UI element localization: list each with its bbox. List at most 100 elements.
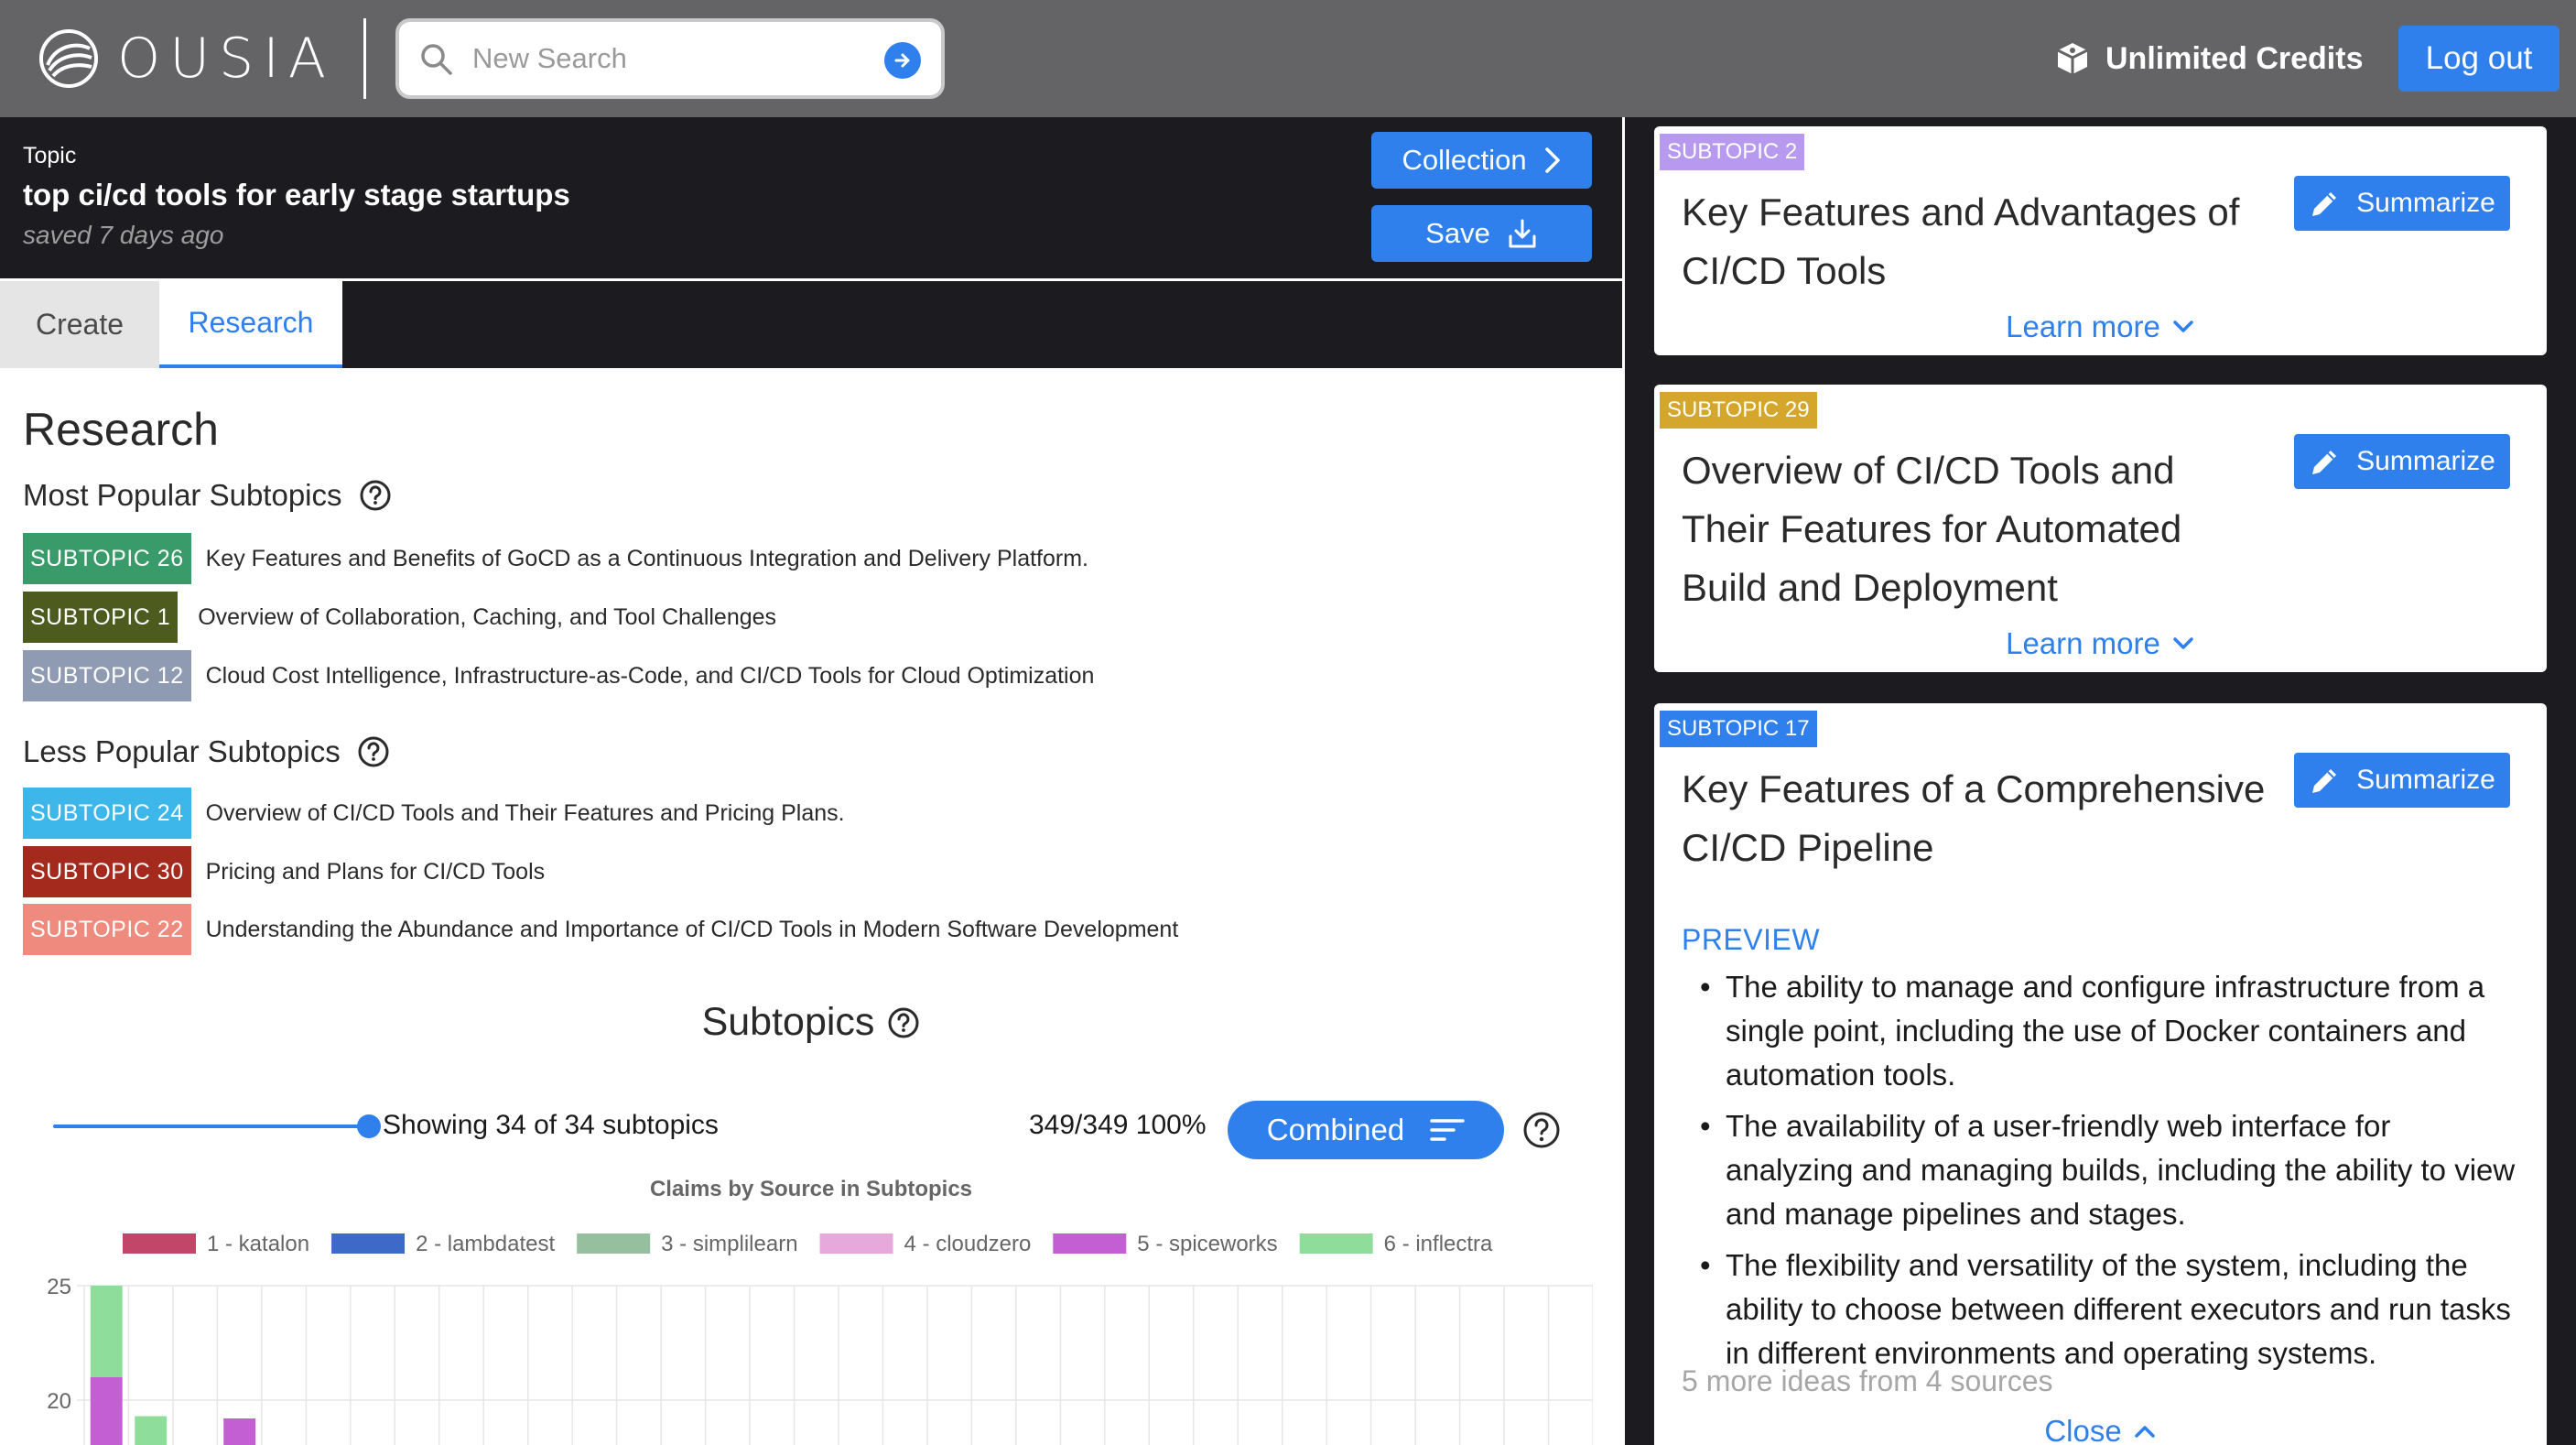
subtopic-row[interactable]: SUBTOPIC 22 Understanding the Abundance … bbox=[23, 904, 1178, 955]
logo-text: OUSIA bbox=[117, 27, 335, 91]
legend-label: 4 - cloudzero bbox=[904, 1232, 1032, 1256]
subtopic-row[interactable]: SUBTOPIC 30 Pricing and Plans for CI/CD … bbox=[23, 846, 545, 897]
preview-label: PREVIEW bbox=[1682, 923, 1821, 956]
subtopic-slider-handle[interactable] bbox=[357, 1114, 381, 1138]
subtopic-badge: SUBTOPIC 12 bbox=[23, 650, 191, 701]
bar-segment bbox=[223, 1418, 256, 1445]
search-icon bbox=[421, 44, 452, 75]
legend-swatch bbox=[1299, 1233, 1373, 1254]
legend-swatch bbox=[1053, 1233, 1127, 1254]
subtopic-card-expanded: SUBTOPIC 17 Key Features of a Comprehens… bbox=[1654, 703, 2547, 1445]
pencil-icon bbox=[2312, 769, 2337, 793]
sort-icon bbox=[1430, 1119, 1465, 1141]
credits-label: Unlimited Credits bbox=[2105, 40, 2364, 76]
subtopic-cards-panel: SUBTOPIC 2 Key Features and Advantages o… bbox=[1625, 117, 2576, 1445]
close-link[interactable]: Close bbox=[1654, 1414, 2547, 1445]
learn-more-label: Learn more bbox=[2006, 310, 2160, 343]
subtopic-row[interactable]: SUBTOPIC 26 Key Features and Benefits of… bbox=[23, 533, 1088, 584]
legend-label: 6 - inflectra bbox=[1384, 1232, 1493, 1256]
tab-bar: Create Research bbox=[0, 281, 1622, 368]
preview-item: The availability of a user-friendly web … bbox=[1700, 1104, 2522, 1236]
search-box[interactable] bbox=[395, 18, 945, 99]
saved-timestamp: saved 7 days ago bbox=[23, 221, 224, 249]
subtopic-row[interactable]: SUBTOPIC 12 Cloud Cost Intelligence, Inf… bbox=[23, 650, 1094, 701]
subtopic-text: Overview of CI/CD Tools and Their Featur… bbox=[205, 799, 845, 826]
tab-create[interactable]: Create bbox=[0, 281, 159, 368]
search-input[interactable] bbox=[472, 40, 857, 77]
ousia-logo[interactable]: OUSIA bbox=[38, 26, 335, 92]
legend-label: 1 - katalon bbox=[207, 1232, 309, 1256]
help-icon[interactable] bbox=[357, 735, 390, 768]
help-icon[interactable] bbox=[887, 1006, 920, 1039]
legend-swatch bbox=[819, 1233, 893, 1254]
summarize-button[interactable]: Summarize bbox=[2294, 176, 2510, 231]
legend-swatch bbox=[577, 1233, 651, 1254]
preview-list: The ability to manage and configure infr… bbox=[1700, 965, 2522, 1383]
more-ideas-text: 5 more ideas from 4 sources bbox=[1682, 1364, 2053, 1397]
topic-label: Topic bbox=[23, 143, 77, 168]
research-heading: Research bbox=[23, 404, 219, 455]
card-badge: SUBTOPIC 2 bbox=[1660, 134, 1805, 170]
subtopic-text: Overview of Collaboration, Caching, and … bbox=[198, 603, 777, 630]
chevron-down-icon bbox=[2173, 321, 2193, 332]
save-button[interactable]: Save bbox=[1371, 205, 1592, 262]
close-label: Close bbox=[2044, 1414, 2122, 1445]
card-title: Key Features and Advantages of CI/CD Too… bbox=[1682, 190, 2240, 292]
claims-chart: Claims by Source in Subtopics 1 - katalon… bbox=[37, 1172, 1593, 1445]
pencil-icon bbox=[2312, 192, 2337, 216]
help-icon[interactable] bbox=[359, 479, 392, 512]
summarize-label: Summarize bbox=[2356, 188, 2495, 218]
legend-label: 3 - simplilearn bbox=[661, 1232, 797, 1256]
save-label: Save bbox=[1425, 217, 1490, 249]
learn-more-link[interactable]: Learn more bbox=[1654, 626, 2547, 661]
subtopic-row[interactable]: SUBTOPIC 24 Overview of CI/CD Tools and … bbox=[23, 788, 845, 839]
subtopics-heading: Subtopics bbox=[0, 1000, 1622, 1045]
logout-button[interactable]: Log out bbox=[2398, 26, 2560, 92]
summarize-label: Summarize bbox=[2356, 446, 2495, 476]
preview-item: The flexibility and versatility of the s… bbox=[1700, 1244, 2522, 1375]
subtopic-row[interactable]: SUBTOPIC 1 Overview of Collaboration, Ca… bbox=[23, 592, 776, 643]
card-badge: SUBTOPIC 29 bbox=[1660, 392, 1817, 429]
subtopic-badge: SUBTOPIC 24 bbox=[23, 788, 191, 839]
top-bar: OUSIA Unlimited Credits Log out bbox=[0, 0, 2576, 117]
bar-segment bbox=[90, 1286, 123, 1377]
download-icon bbox=[1509, 219, 1536, 248]
y-tick-label: 20 bbox=[47, 1389, 71, 1414]
subtopic-badge: SUBTOPIC 30 bbox=[23, 846, 191, 897]
summarize-button[interactable]: Summarize bbox=[2294, 753, 2510, 808]
search-submit-button[interactable] bbox=[884, 42, 921, 79]
claims-count: 349/349 100% bbox=[1029, 1110, 1207, 1140]
summarize-button[interactable]: Summarize bbox=[2294, 434, 2510, 489]
subtopic-text: Understanding the Abundance and Importan… bbox=[205, 916, 1179, 942]
help-icon[interactable] bbox=[1522, 1111, 1561, 1149]
legend-label: 5 - spiceworks bbox=[1137, 1232, 1277, 1256]
summarize-label: Summarize bbox=[2356, 765, 2495, 795]
chevron-up-icon bbox=[2134, 1426, 2155, 1438]
learn-more-link[interactable]: Learn more bbox=[1654, 310, 2547, 344]
subtopics-title: Subtopics bbox=[701, 1000, 875, 1044]
subtopic-slider-track[interactable] bbox=[53, 1124, 368, 1128]
combined-label: Combined bbox=[1266, 1113, 1405, 1146]
logo-divider bbox=[363, 18, 366, 99]
cube-icon bbox=[2057, 43, 2088, 74]
most-popular-heading: Most Popular Subtopics bbox=[23, 478, 392, 513]
collection-label: Collection bbox=[1402, 144, 1527, 176]
learn-more-label: Learn more bbox=[2006, 626, 2160, 660]
claims-chart-svg: Claims by Source in Subtopics 1 - katalon… bbox=[47, 1177, 1593, 1445]
collection-button[interactable]: Collection bbox=[1371, 132, 1592, 189]
preview-item: The ability to manage and configure infr… bbox=[1700, 965, 2522, 1097]
bar-segment bbox=[135, 1416, 168, 1445]
subtopic-badge: SUBTOPIC 1 bbox=[23, 592, 179, 643]
tab-research[interactable]: Research bbox=[159, 281, 342, 368]
topic-title: top ci/cd tools for early stage startups bbox=[23, 178, 570, 212]
credits-indicator: Unlimited Credits bbox=[2054, 35, 2363, 82]
combined-sort-button[interactable]: Combined bbox=[1228, 1101, 1504, 1159]
logo-mark-icon bbox=[39, 29, 98, 88]
showing-count: Showing 34 of 34 subtopics bbox=[383, 1110, 719, 1140]
most-popular-title: Most Popular Subtopics bbox=[23, 478, 342, 512]
y-tick-label: 25 bbox=[47, 1275, 71, 1299]
subtopic-badge: SUBTOPIC 22 bbox=[23, 904, 191, 955]
chevron-down-icon bbox=[2173, 637, 2193, 649]
less-popular-heading: Less Popular Subtopics bbox=[23, 734, 390, 769]
card-title: Overview of CI/CD Tools and Their Featur… bbox=[1682, 449, 2182, 609]
